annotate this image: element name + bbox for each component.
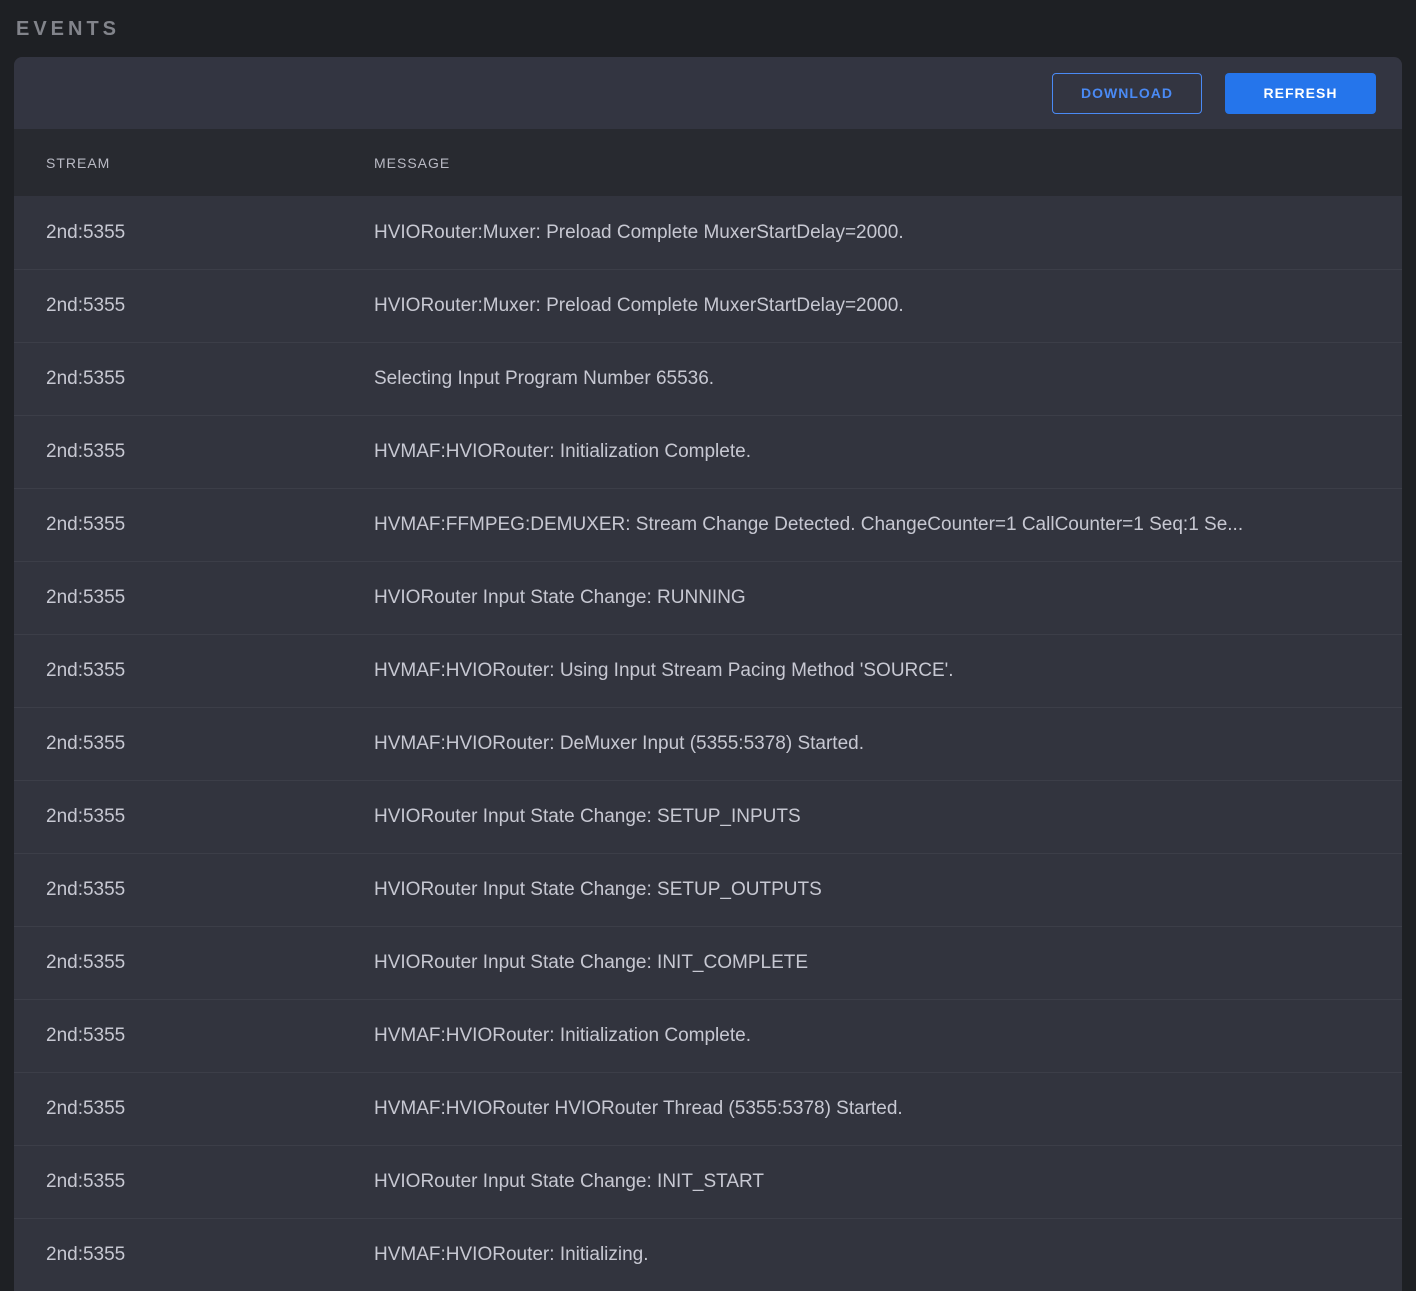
- stream-cell: 2nd:5355: [14, 587, 374, 609]
- message-cell: HVIORouter Input State Change: INIT_COMP…: [374, 952, 1402, 974]
- message-cell: HVIORouter Input State Change: SETUP_INP…: [374, 806, 1402, 828]
- message-cell: HVMAF:HVIORouter: Initializing.: [374, 1244, 1402, 1266]
- stream-cell: 2nd:5355: [14, 1244, 374, 1266]
- column-header-message: MESSAGE: [374, 155, 1402, 171]
- table-row: 2nd:5355HVIORouter:Muxer: Preload Comple…: [14, 269, 1402, 342]
- message-cell: HVIORouter Input State Change: INIT_STAR…: [374, 1171, 1402, 1193]
- message-cell: HVMAF:FFMPEG:DEMUXER: Stream Change Dete…: [374, 514, 1402, 536]
- stream-cell: 2nd:5355: [14, 514, 374, 536]
- table-row: 2nd:5355HVIORouter Input State Change: I…: [14, 1145, 1402, 1218]
- message-cell: HVMAF:HVIORouter: Initialization Complet…: [374, 1025, 1402, 1047]
- table-row: 2nd:5355HVMAF:HVIORouter: Initialization…: [14, 415, 1402, 488]
- message-cell: HVIORouter:Muxer: Preload Complete Muxer…: [374, 295, 1402, 317]
- message-cell: Selecting Input Program Number 65536.: [374, 368, 1402, 390]
- stream-cell: 2nd:5355: [14, 1171, 374, 1193]
- table-row: 2nd:5355HVMAF:HVIORouter: DeMuxer Input …: [14, 707, 1402, 780]
- message-cell: HVMAF:HVIORouter: DeMuxer Input (5355:53…: [374, 733, 1402, 755]
- stream-cell: 2nd:5355: [14, 222, 374, 244]
- stream-cell: 2nd:5355: [14, 733, 374, 755]
- message-cell: HVMAF:HVIORouter HVIORouter Thread (5355…: [374, 1098, 1402, 1120]
- stream-cell: 2nd:5355: [14, 295, 374, 317]
- stream-cell: 2nd:5355: [14, 1098, 374, 1120]
- stream-cell: 2nd:5355: [14, 1025, 374, 1047]
- table-row: 2nd:5355HVMAF:HVIORouter: Initialization…: [14, 999, 1402, 1072]
- message-cell: HVIORouter Input State Change: RUNNING: [374, 587, 1402, 609]
- stream-cell: 2nd:5355: [14, 660, 374, 682]
- table-header-row: STREAM MESSAGE: [14, 129, 1402, 196]
- refresh-button[interactable]: REFRESH: [1225, 73, 1376, 114]
- stream-cell: 2nd:5355: [14, 952, 374, 974]
- events-toolbar: DOWNLOAD REFRESH: [14, 57, 1402, 129]
- events-table-body: 2nd:5355HVIORouter:Muxer: Preload Comple…: [14, 196, 1402, 1291]
- stream-cell: 2nd:5355: [14, 368, 374, 390]
- stream-cell: 2nd:5355: [14, 879, 374, 901]
- message-cell: HVIORouter Input State Change: SETUP_OUT…: [374, 879, 1402, 901]
- table-row: 2nd:5355HVMAF:FFMPEG:DEMUXER: Stream Cha…: [14, 488, 1402, 561]
- stream-cell: 2nd:5355: [14, 806, 374, 828]
- stream-cell: 2nd:5355: [14, 441, 374, 463]
- table-row: 2nd:5355HVMAF:HVIORouter HVIORouter Thre…: [14, 1072, 1402, 1145]
- table-row: 2nd:5355HVIORouter:Muxer: Preload Comple…: [14, 196, 1402, 269]
- table-row: 2nd:5355Selecting Input Program Number 6…: [14, 342, 1402, 415]
- table-row: 2nd:5355HVMAF:HVIORouter: Initializing.: [14, 1218, 1402, 1291]
- events-panel: DOWNLOAD REFRESH STREAM MESSAGE 2nd:5355…: [14, 57, 1402, 1291]
- table-row: 2nd:5355HVIORouter Input State Change: S…: [14, 853, 1402, 926]
- message-cell: HVMAF:HVIORouter: Using Input Stream Pac…: [374, 660, 1402, 682]
- message-cell: HVMAF:HVIORouter: Initialization Complet…: [374, 441, 1402, 463]
- message-cell: HVIORouter:Muxer: Preload Complete Muxer…: [374, 222, 1402, 244]
- table-row: 2nd:5355HVMAF:HVIORouter: Using Input St…: [14, 634, 1402, 707]
- table-row: 2nd:5355HVIORouter Input State Change: S…: [14, 780, 1402, 853]
- column-header-stream: STREAM: [14, 155, 374, 171]
- download-button[interactable]: DOWNLOAD: [1052, 73, 1202, 114]
- page-title: EVENTS: [16, 18, 120, 41]
- table-row: 2nd:5355HVIORouter Input State Change: R…: [14, 561, 1402, 634]
- table-row: 2nd:5355HVIORouter Input State Change: I…: [14, 926, 1402, 999]
